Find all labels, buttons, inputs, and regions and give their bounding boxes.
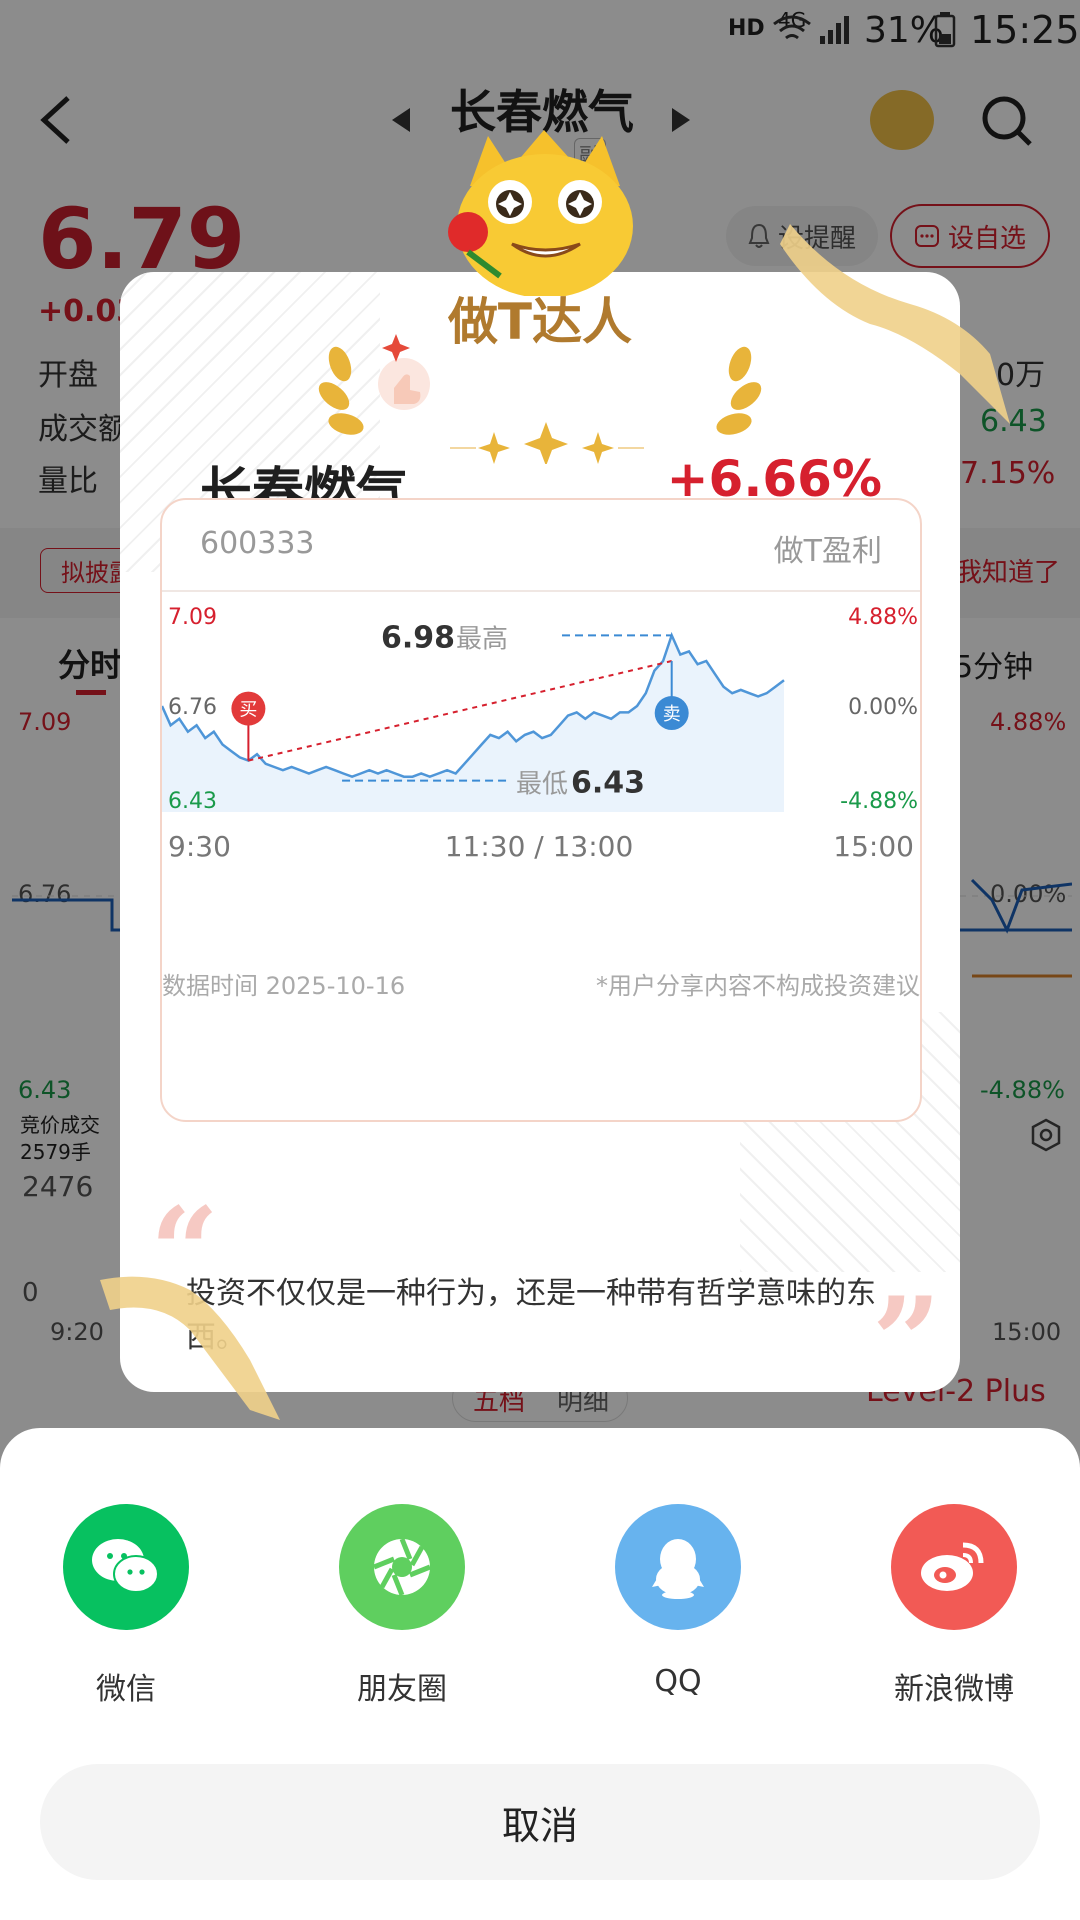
high-value: 6.98 [381,620,455,655]
weibo-icon [891,1504,1017,1630]
moments-icon [339,1504,465,1630]
data-time: 数据时间 2025-10-16 [162,972,406,1000]
y-tick-label: 0.00% [848,695,918,720]
laurel-badge-icon [318,334,762,464]
share-moments-button[interactable]: 朋友圈 [312,1504,492,1708]
share-label: 新浪微博 [894,1672,1014,1707]
ribbon-decoration [100,1276,280,1420]
sell-marker-label: 卖 [663,704,681,725]
y-tick-label: 7.09 [168,605,217,630]
y-tick-label: -4.88% [840,789,918,814]
ribbon-decoration [780,224,1010,424]
share-qq-button[interactable]: QQ [588,1504,768,1699]
low-value: 6.43 [571,766,645,801]
stock-code: 600333 [200,526,315,561]
high-label: 最高 [456,624,508,654]
trade-chart-panel: 600333 做T盈利 7.09 6.76 6.43 4.88% 0.00% -4.88%… [160,498,922,1122]
profit-label: 做T盈利 [773,534,882,569]
x-tick-label: 15:00 [833,830,914,863]
share-card: 做T达人 长春燃气 +6.66% 600333 做T盈利 7.09 6.76 6.4… [120,272,960,1392]
share-label: 朋友圈 [357,1672,447,1707]
intraday-chart: 7.09 6.76 6.43 4.88% 0.00% -4.88% 9:30 11:30 / … [162,605,918,863]
y-tick-label: 6.76 [168,695,217,720]
x-tick-label: 9:30 [168,830,231,863]
buy-marker-label: 买 [239,700,257,721]
qq-icon [615,1504,741,1630]
share-label: 微信 [96,1672,156,1707]
share-sheet: 微信 朋友圈 QQ 新浪微博 取消 [0,1428,1080,1920]
x-tick-label: 11:30 / 13:00 [445,830,634,863]
chart-header: 600333 做T盈利 [162,500,920,592]
share-label: QQ [654,1664,702,1699]
y-tick-label: 6.43 [168,789,217,814]
y-tick-label: 4.88% [848,605,918,630]
cancel-button[interactable]: 取消 [40,1764,1040,1880]
share-wechat-button[interactable]: 微信 [36,1504,216,1708]
low-label: 最低 [516,770,568,800]
mascot-icon [448,130,633,296]
share-weibo-button[interactable]: 新浪微博 [864,1504,1044,1708]
wechat-icon [63,1504,189,1630]
disclaimer: *用户分享内容不构成投资建议 [596,972,920,1000]
